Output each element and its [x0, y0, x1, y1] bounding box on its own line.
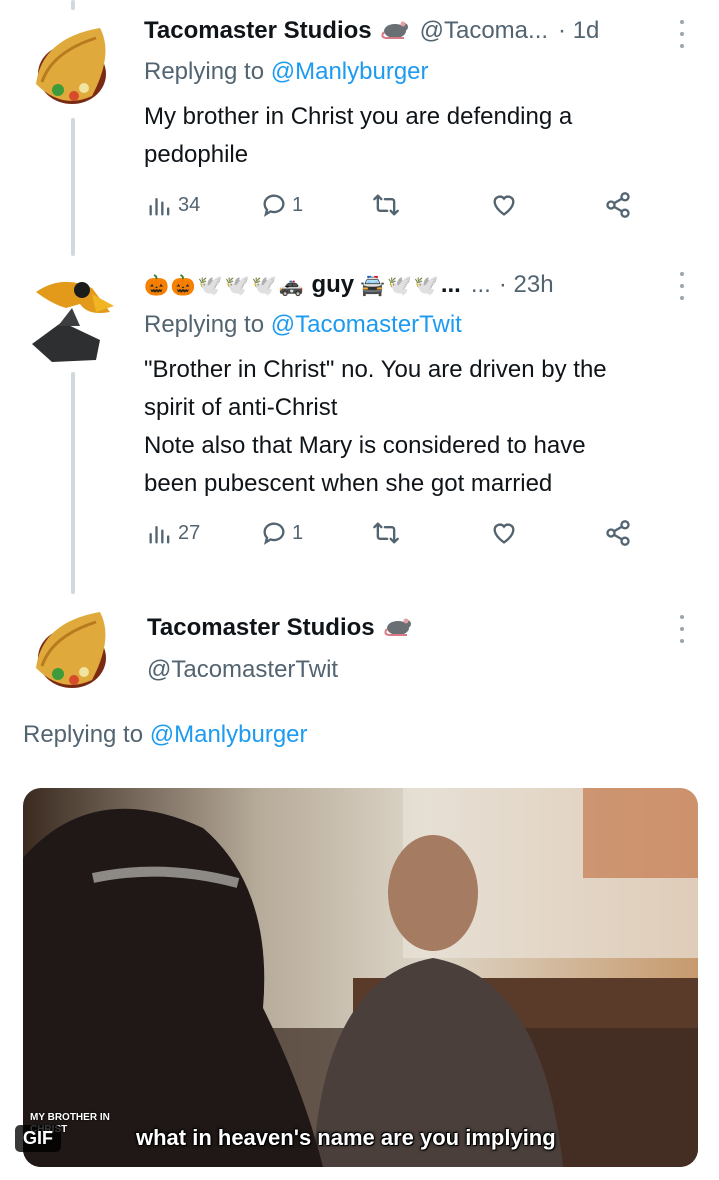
reply-count: 1: [292, 193, 304, 216]
mention-link[interactable]: @Manlyburger: [150, 721, 308, 748]
heart-icon: [493, 523, 515, 544]
gif-caption: what in heaven's name are you implying: [136, 1125, 556, 1150]
tweet-text-line: "Brother in Christ" no. You are driven b…: [144, 356, 607, 383]
tweet-header: 🎃 🎃 🕊️ 🕊️ 🕊️ 🚓 guy 🚔 🕊️ 🕊️ ... ... · 23h: [144, 271, 554, 299]
views-button[interactable]: 27: [146, 519, 200, 547]
taco-avatar[interactable]: [22, 18, 118, 114]
handle[interactable]: ...: [471, 271, 491, 299]
views-button[interactable]: 34: [146, 191, 200, 219]
replying-to: Replying to @Manlyburger: [144, 58, 429, 86]
timestamp[interactable]: · 1d: [558, 17, 599, 45]
timestamp[interactable]: · 23h: [499, 271, 554, 299]
replying-prefix: Replying to: [23, 721, 150, 748]
pumpkin-emoji: 🎃: [144, 274, 169, 297]
display-name[interactable]: Tacomaster Studios: [144, 17, 372, 45]
dove-emoji: 🕊️: [197, 274, 223, 297]
tweet-actions: 27 1: [146, 519, 646, 559]
name-ellipsis: ...: [440, 271, 461, 298]
reply-icon: [263, 194, 285, 217]
tweet-actions: 34 1: [146, 191, 646, 231]
pumpkin-emoji: 🎃: [170, 274, 196, 297]
taco-avatar[interactable]: [22, 602, 118, 698]
replying-prefix: Replying to: [144, 58, 271, 85]
retweet-button[interactable]: [372, 519, 400, 547]
tweet-text-line: My brother in Christ you are defending a: [144, 103, 573, 130]
mention-link[interactable]: @TacomasterTwit: [271, 311, 462, 338]
tweet-text-line: spirit of anti-Christ: [144, 394, 338, 421]
thread-line-top: [71, 0, 75, 10]
share-icon: [606, 192, 630, 218]
reply-button[interactable]: 1: [260, 519, 303, 547]
display-name[interactable]: guy: [311, 271, 354, 299]
views-icon: [149, 526, 170, 544]
police-car-emoji: 🚔: [360, 274, 386, 297]
tweet-text-line: been pubescent when she got married: [144, 470, 553, 497]
dove-emoji: 🕊️: [224, 274, 250, 297]
retweet-icon: [373, 522, 399, 544]
tweet-text: My brother in Christ you are defending a…: [144, 98, 704, 174]
more-options-icon[interactable]: [672, 20, 692, 48]
retweet-icon: [373, 194, 399, 216]
share-button[interactable]: [604, 191, 632, 219]
share-button[interactable]: [604, 519, 632, 547]
reply-count: 1: [292, 521, 304, 544]
tweet-text: "Brother in Christ" no. You are driven b…: [144, 351, 714, 503]
police-car-emoji: 🚓: [278, 274, 304, 297]
tweet-text-line: pedophile: [144, 141, 249, 168]
gif-frame: [23, 788, 698, 1167]
like-button[interactable]: [490, 191, 518, 219]
gif-badge: GIF: [15, 1125, 61, 1152]
views-count: 27: [178, 521, 201, 544]
reply-icon: [263, 522, 285, 545]
dove-emoji: 🕊️: [387, 274, 412, 297]
views-count: 34: [178, 193, 201, 216]
handle[interactable]: @TacomasterTwit: [147, 656, 338, 684]
heart-icon: [493, 195, 515, 216]
dove-emoji: 🕊️: [251, 274, 277, 297]
dove-emoji: 🕊️: [413, 274, 439, 297]
more-options-icon[interactable]: [672, 615, 692, 643]
more-options-icon[interactable]: [672, 272, 692, 300]
thread-line: [71, 372, 75, 594]
gif-media[interactable]: [23, 788, 698, 1167]
replying-prefix: Replying to: [144, 311, 271, 338]
like-button[interactable]: [490, 519, 518, 547]
rat-icon: [380, 18, 410, 45]
reply-button[interactable]: 1: [260, 191, 303, 219]
handle[interactable]: @Tacoma...: [420, 17, 548, 45]
main-tweet-header: Tacomaster Studios: [147, 614, 413, 642]
thread-line: [71, 118, 75, 256]
duck-avatar[interactable]: [22, 268, 118, 364]
tweet-header: Tacomaster Studios @Tacoma... · 1d: [144, 17, 599, 45]
tweet-text-line: Note also that Mary is considered to hav…: [144, 432, 586, 459]
mention-link[interactable]: @Manlyburger: [271, 58, 429, 85]
replying-to: Replying to @TacomasterTwit: [144, 311, 462, 339]
share-icon: [606, 520, 630, 546]
display-name[interactable]: Tacomaster Studios: [147, 614, 375, 642]
views-icon: [149, 198, 170, 216]
replying-to: Replying to @Manlyburger: [23, 721, 308, 749]
retweet-button[interactable]: [372, 191, 400, 219]
rat-icon: [383, 615, 413, 642]
